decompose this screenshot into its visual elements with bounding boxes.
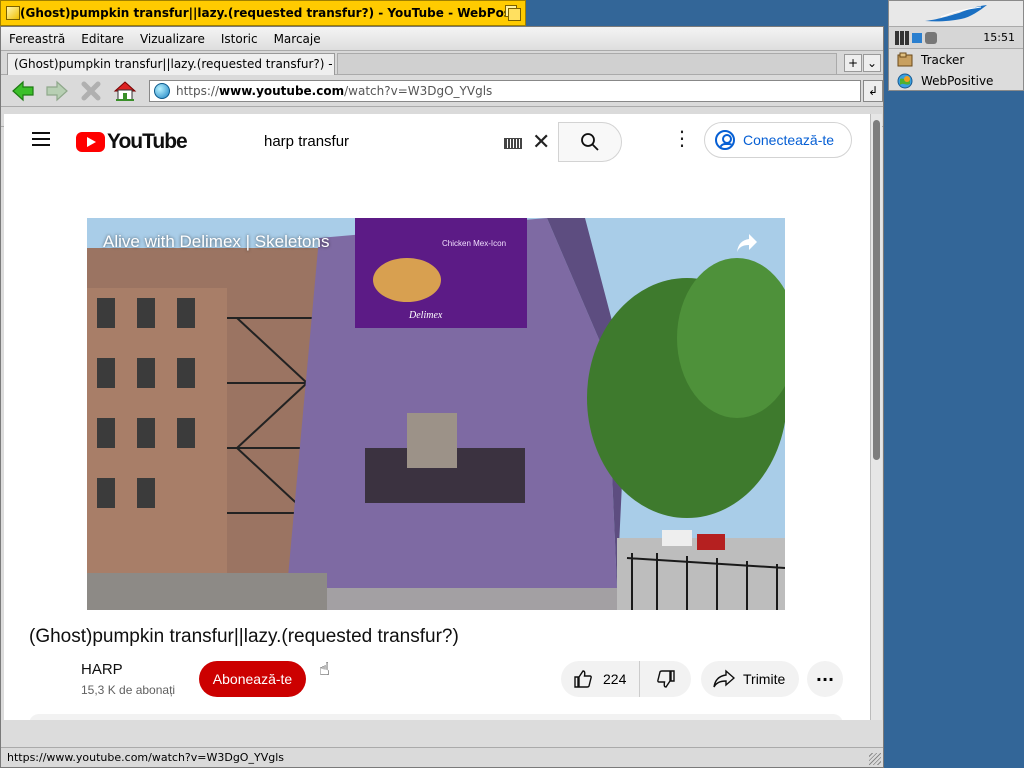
navigation-bar: https://www.youtube.com/watch?v=W3DgO_YV…: [1, 75, 883, 107]
tab-youtube[interactable]: (Ghost)pumpkin transfur||lazy.(requested…: [7, 52, 335, 75]
tracker-icon: [897, 52, 913, 66]
menu-view[interactable]: Vizualizare: [132, 32, 213, 46]
close-window-button[interactable]: [6, 6, 20, 20]
user-icon: [715, 130, 735, 150]
youtube-logo-text: YouTube: [107, 130, 188, 153]
webpositive-icon: [897, 73, 913, 88]
like-dislike-group: 224: [561, 661, 691, 697]
video-player[interactable]: Chicken Mex-Icon Delimex Alive with Deli…: [87, 218, 785, 610]
ad-brand-text: Delimex: [408, 310, 443, 321]
youtube-header: YouTube harp transfur ✕ ⋮ Conectează-te: [4, 114, 870, 170]
zoom-window-button[interactable]: [505, 5, 521, 21]
menu-history[interactable]: Istoric: [213, 32, 266, 46]
search-button[interactable]: [558, 122, 622, 162]
forward-arrow-icon: [46, 80, 68, 101]
channel-name[interactable]: HARP: [81, 661, 123, 678]
stop-button[interactable]: [77, 78, 105, 104]
menubar: Fereastră Editare Vizualizare Istoric Ma…: [1, 27, 883, 51]
more-options-icon[interactable]: ⋮: [672, 128, 692, 148]
back-button[interactable]: [9, 78, 37, 104]
deskbar-app-label: Tracker: [921, 52, 965, 67]
tab-bar-empty: [337, 52, 837, 75]
more-actions-button[interactable]: ···: [807, 661, 843, 697]
video-frame: Chicken Mex-Icon Delimex: [87, 218, 785, 610]
like-button[interactable]: 224: [561, 661, 640, 697]
share-button[interactable]: Trimite: [701, 661, 799, 697]
url-host: www.youtube.com: [219, 83, 345, 98]
status-bar: https://www.youtube.com/watch?v=W3DgO_YV…: [1, 747, 883, 767]
subscriber-count: 15,3 K de abonați: [81, 683, 176, 697]
cpu-meter-icon: [895, 30, 937, 45]
forward-button[interactable]: [43, 78, 71, 104]
deskbar-app-webpositive[interactable]: WebPositive: [889, 70, 1023, 91]
tab-bar: (Ghost)pumpkin transfur||lazy.(requested…: [1, 51, 883, 75]
youtube-logo[interactable]: YouTube: [76, 130, 188, 154]
deskbar-app-tracker[interactable]: Tracker: [889, 49, 1023, 70]
home-button[interactable]: [111, 78, 139, 104]
status-text: https://www.youtube.com/watch?v=W3DgO_YV…: [7, 751, 284, 764]
leaf-icon: [925, 4, 987, 21]
share-arrow-icon: [713, 669, 735, 688]
globe-icon: [154, 82, 170, 99]
back-arrow-icon: [12, 80, 34, 101]
return-arrow-icon: ↲: [867, 83, 879, 98]
ad-banner-text: Chicken Mex-Icon: [442, 239, 506, 248]
thumbs-down-icon: [656, 670, 675, 688]
window-title: (Ghost)pumpkin transfur||lazy.(requested…: [20, 6, 505, 20]
web-content: YouTube harp transfur ✕ ⋮ Conectează-te: [4, 114, 870, 720]
url-scheme: https://: [176, 83, 220, 98]
clock[interactable]: 15:51: [983, 31, 1015, 44]
window-title-tab[interactable]: (Ghost)pumpkin transfur||lazy.(requested…: [0, 0, 526, 26]
sign-in-label: Conectează-te: [743, 132, 835, 148]
scrollbar-thumb[interactable]: [873, 120, 880, 460]
youtube-play-icon: [76, 132, 105, 152]
hand-cursor-icon: ☝: [319, 659, 330, 680]
home-icon: [113, 80, 137, 101]
go-button[interactable]: ↲: [863, 79, 883, 102]
thumbs-up-icon: [574, 670, 592, 688]
stop-x-icon: [81, 81, 101, 100]
hamburger-menu-icon[interactable]: [32, 132, 50, 146]
deskbar-app-label: WebPositive: [921, 73, 994, 88]
video-title: (Ghost)pumpkin transfur||lazy.(requested…: [29, 626, 459, 647]
menu-bookmarks[interactable]: Marcaje: [266, 32, 329, 46]
deskbar: 15:51 Tracker WebPositive: [888, 0, 1024, 91]
subscribe-button[interactable]: Abonează-te: [199, 661, 306, 697]
new-tab-button[interactable]: +: [844, 54, 862, 72]
url-path: /watch?v=W3DgO_YVgls: [344, 83, 493, 98]
clear-search-icon[interactable]: ✕: [532, 130, 550, 155]
search-icon: [581, 133, 599, 151]
haiku-leaf-logo[interactable]: [889, 1, 1023, 27]
description-box[interactable]: [29, 714, 843, 720]
dislike-button[interactable]: [640, 669, 691, 689]
tab-list-button[interactable]: ⌄: [863, 54, 881, 72]
keyboard-icon[interactable]: [504, 138, 522, 149]
more-horizontal-icon: ···: [815, 669, 835, 689]
vertical-scrollbar[interactable]: [870, 114, 882, 720]
resize-grip-icon[interactable]: [869, 753, 881, 765]
player-video-title[interactable]: Alive with Delimex | Skeletons: [103, 232, 329, 252]
player-share-icon[interactable]: [735, 232, 759, 254]
address-bar[interactable]: https://www.youtube.com/watch?v=W3DgO_YV…: [149, 79, 861, 102]
menu-edit[interactable]: Editare: [73, 32, 132, 46]
menu-window[interactable]: Fereastră: [1, 32, 73, 46]
system-tray: 15:51: [889, 27, 1023, 49]
sign-in-button[interactable]: Conectează-te: [704, 122, 852, 158]
like-count: 224: [603, 671, 627, 687]
share-label: Trimite: [743, 671, 786, 687]
search-input[interactable]: harp transfur: [264, 133, 349, 150]
